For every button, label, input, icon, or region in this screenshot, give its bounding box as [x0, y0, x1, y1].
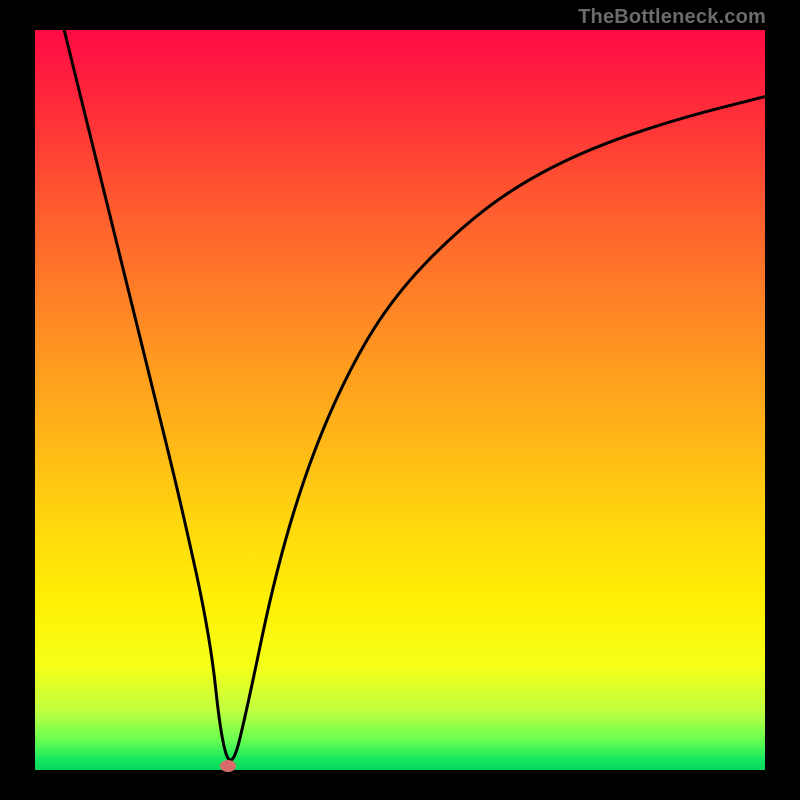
bottleneck-curve — [35, 30, 765, 770]
chart-container: TheBottleneck.com — [0, 0, 800, 800]
curve-minimum-marker — [220, 760, 236, 772]
plot-area — [35, 30, 765, 770]
watermark-text: TheBottleneck.com — [578, 6, 766, 29]
